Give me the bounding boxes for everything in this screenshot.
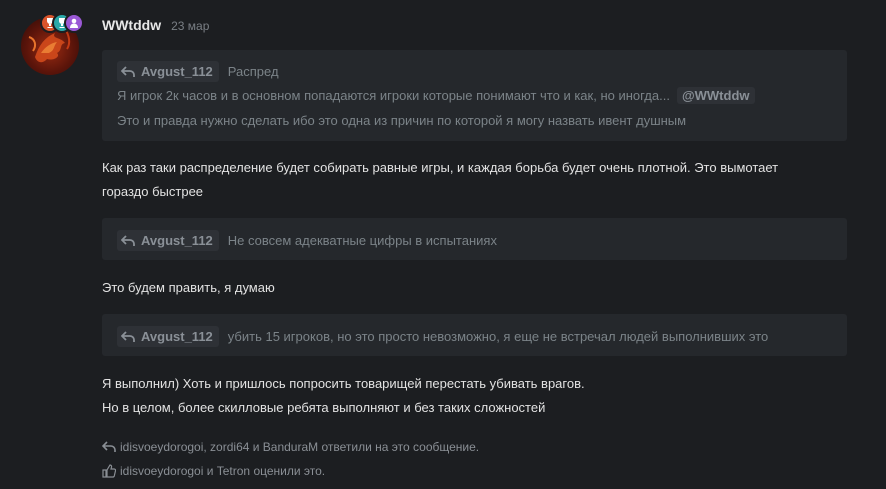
- post-date[interactable]: 23 мар: [171, 19, 209, 33]
- paragraph-line: гораздо быстрее: [102, 184, 204, 199]
- quote-author-link[interactable]: Avgust_112: [117, 230, 219, 251]
- quote-text: Распред: [227, 64, 279, 79]
- post-paragraph: Это будем править, я думаю: [102, 276, 275, 300]
- reply-arrow-icon: [121, 65, 135, 77]
- post-paragraph: Я выполнил) Хоть и пришлось попросить то…: [102, 372, 585, 420]
- quote-block: Avgust_112 Распред Я игрок 2к часов и в …: [102, 50, 847, 141]
- thumbs-up-icon: [102, 464, 116, 478]
- quote-author-name: Avgust_112: [141, 233, 213, 248]
- likes-text: idisvoeydorogoi и Tetron оценили это.: [120, 464, 326, 478]
- paragraph-line: Но в целом, более скилловые ребята выпол…: [102, 400, 546, 415]
- post-paragraph: Как раз таки распределение будет собират…: [102, 156, 778, 204]
- reply-arrow-icon: [102, 441, 116, 452]
- quote-block: Avgust_112 Не совсем адекватные цифры в …: [102, 218, 847, 260]
- replies-summary[interactable]: idisvoeydorogoi, zordi64 и BanduraM отве…: [102, 440, 479, 454]
- post-header: WWtddw 23 мар: [102, 17, 209, 35]
- replies-text: idisvoeydorogoi, zordi64 и BanduraM отве…: [120, 440, 480, 454]
- quote-text: Я игрок 2к часов и в основном попадаются…: [117, 88, 670, 103]
- quote-text: убить 15 игроков, но это просто невозмож…: [227, 329, 769, 344]
- quote-text: Не совсем адекватные цифры в испытаниях: [227, 233, 497, 248]
- quote-block: Avgust_112 убить 15 игроков, но это прос…: [102, 314, 847, 356]
- reply-arrow-icon: [121, 330, 135, 342]
- quote-author-link[interactable]: Avgust_112: [117, 326, 219, 347]
- paragraph-line: Я выполнил) Хоть и пришлось попросить то…: [102, 376, 585, 391]
- paragraph-line: Как раз таки распределение будет собират…: [102, 160, 779, 175]
- quote-author-link[interactable]: Avgust_112: [117, 61, 219, 82]
- user-mention[interactable]: @WWtddw: [676, 87, 755, 104]
- reply-arrow-icon: [121, 234, 135, 246]
- author-name[interactable]: WWtddw: [102, 17, 161, 33]
- paragraph-line: Это будем править, я думаю: [102, 280, 275, 295]
- quote-author-name: Avgust_112: [141, 64, 213, 79]
- quote-author-name: Avgust_112: [141, 329, 213, 344]
- quote-text: Это и правда нужно сделать ибо это одна …: [117, 113, 687, 128]
- likes-summary[interactable]: idisvoeydorogoi и Tetron оценили это.: [102, 464, 325, 478]
- user-badge-icon[interactable]: [64, 13, 84, 33]
